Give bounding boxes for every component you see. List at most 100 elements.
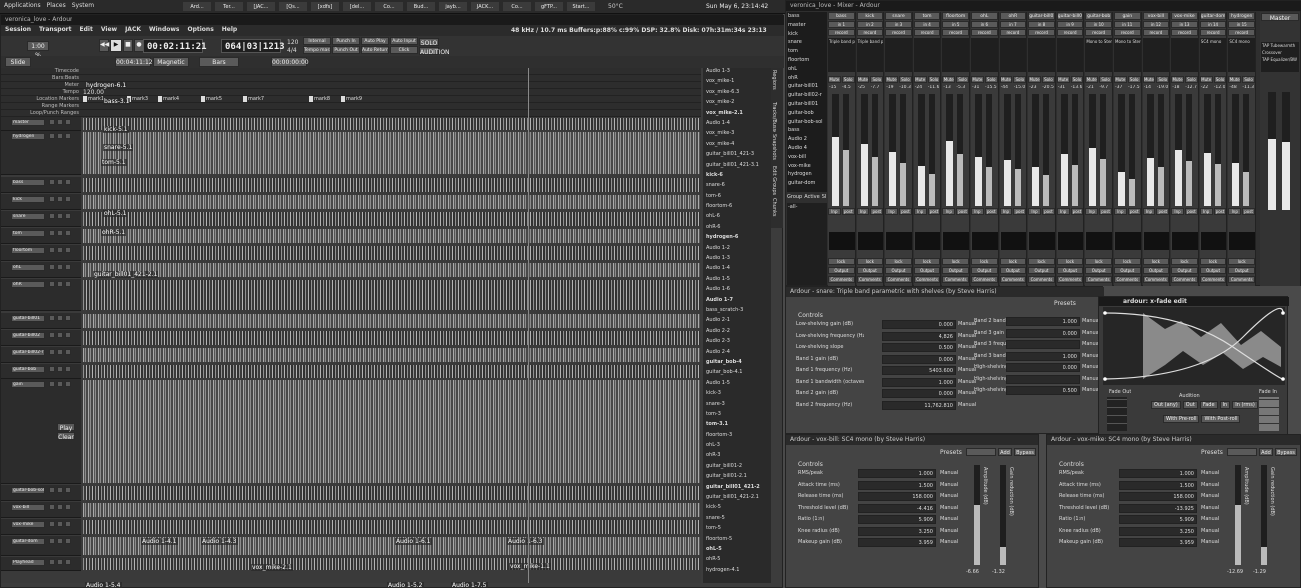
side-tab[interactable]: Snapshots — [771, 132, 777, 164]
region-list-item[interactable]: floortom-5 — [703, 536, 771, 546]
strip-fader[interactable] — [1089, 94, 1097, 206]
region-label[interactable]: tom-5.1 — [101, 159, 127, 166]
sc4-control-slider[interactable]: 158.000 — [858, 492, 936, 501]
sc4-control-slider[interactable]: 5.909 — [1119, 515, 1197, 524]
strip-record-button[interactable]: record — [913, 29, 941, 36]
strip-plugin-name[interactable] — [914, 38, 941, 40]
track-name-field[interactable]: Playhead — [11, 559, 45, 566]
track-rec-button[interactable] — [49, 521, 55, 527]
sc4-control-slider[interactable]: 5.909 — [858, 515, 936, 524]
task-button-0[interactable]: Ard... — [182, 1, 212, 12]
region-label[interactable]: guitar_bill01_421-2.1 — [93, 271, 159, 278]
solo-alert[interactable]: SOLO — [419, 38, 439, 47]
sc4-control-slider[interactable]: 1.000 — [1119, 469, 1197, 478]
strip-input-mode[interactable]: Inp — [1056, 208, 1070, 215]
audition-alert[interactable]: AUDITION — [419, 47, 450, 56]
strip-name-button[interactable]: bass — [828, 12, 855, 20]
track-solo-button[interactable] — [65, 281, 71, 287]
track-lane[interactable] — [83, 212, 700, 226]
strip-post-button[interactable]: post — [1127, 208, 1141, 215]
track-lane[interactable] — [83, 118, 700, 130]
strip-output-button[interactable]: Output — [1056, 267, 1084, 274]
control-slider[interactable]: 0.000 — [1006, 363, 1080, 372]
group-all[interactable]: -all- — [787, 203, 827, 211]
strip-plugin-name[interactable]: Triple band par — [857, 38, 884, 45]
sc4-control-slider[interactable]: 3.959 — [858, 538, 936, 547]
strip-panner[interactable] — [1200, 232, 1227, 250]
mixer-track-item[interactable]: guitar-bob-sol — [788, 119, 826, 128]
strip-lock-button[interactable]: lock — [1056, 258, 1084, 265]
strip-input-mode[interactable]: Inp — [1171, 208, 1184, 215]
track-rec-button[interactable] — [49, 179, 55, 185]
track-name-field[interactable]: vox-mike — [11, 521, 45, 528]
region-list-item[interactable]: snare-5 — [703, 515, 771, 525]
strip-post-button[interactable]: post — [1213, 208, 1227, 215]
transport-option-7[interactable]: Click — [390, 46, 418, 54]
track-rec-button[interactable] — [49, 504, 55, 510]
primary-clock[interactable]: 00:02:11:21 — [143, 39, 207, 53]
region-list-item[interactable]: Audio 1-4 — [703, 265, 771, 275]
strip-record-button[interactable]: record — [971, 29, 998, 36]
strip-record-button[interactable]: record — [999, 29, 1027, 36]
track-name-field[interactable]: guitar-bill01 — [11, 315, 45, 322]
region-list-item[interactable]: guitar_bill01-2.1 — [703, 473, 771, 483]
track-rec-button[interactable] — [49, 538, 55, 544]
strip-solo-button[interactable]: Solo — [899, 76, 912, 83]
region-label[interactable]: Audio 1-7.5 — [451, 582, 488, 588]
control-slider[interactable]: 0.000 — [882, 389, 956, 398]
region-list-item[interactable]: guitar_bill01-2 — [703, 463, 771, 473]
region-list-item[interactable]: guitar_bob-4.1 — [703, 369, 771, 379]
track-mute-button[interactable] — [57, 230, 63, 236]
side-tab[interactable]: Regions — [771, 68, 777, 100]
strip-input-button[interactable]: in 15 — [1228, 21, 1255, 28]
track-mute-button[interactable] — [57, 504, 63, 510]
strip-name-button[interactable]: vox-mike — [1171, 12, 1198, 20]
strip-input-mode[interactable]: Inp — [885, 208, 898, 215]
region-list-item[interactable]: Audio 1-5 — [703, 276, 771, 286]
track-mute-button[interactable] — [57, 247, 63, 253]
strip-post-button[interactable]: post — [1185, 208, 1198, 215]
track-mute-button[interactable] — [57, 349, 63, 355]
track-lane[interactable] — [83, 229, 700, 243]
transport-option-0[interactable]: Internal — [303, 37, 331, 45]
strip-input-button[interactable]: in 12 — [1142, 21, 1170, 28]
track-solo-button[interactable] — [65, 349, 71, 355]
track-mute-button[interactable] — [57, 487, 63, 493]
track-mute-button[interactable] — [57, 119, 63, 125]
strip-solo-button[interactable]: Solo — [1099, 76, 1112, 83]
strip-solo-button[interactable]: Solo — [1242, 76, 1255, 83]
strip-comments-button[interactable]: Comments — [1228, 276, 1255, 283]
strip-lock-button[interactable]: lock — [1085, 258, 1112, 265]
strip-fader[interactable] — [1146, 94, 1154, 206]
strip-comments-button[interactable]: Comments — [885, 276, 912, 283]
region-list-item[interactable]: kick-5 — [703, 504, 771, 514]
strip-solo-button[interactable]: Solo — [1156, 76, 1170, 83]
strip-name-button[interactable]: guitar-dom — [1199, 12, 1227, 20]
track-mute-button[interactable] — [57, 315, 63, 321]
sc4-add-button[interactable]: Add — [998, 448, 1012, 456]
strip-output-button[interactable]: Output — [1171, 267, 1198, 274]
strip-panner[interactable] — [1057, 232, 1084, 250]
track-solo-button[interactable] — [65, 247, 71, 253]
region-list-item[interactable]: Audio 2-1 — [703, 317, 771, 327]
strip-solo-button[interactable]: Solo — [1013, 76, 1027, 83]
region-list-item[interactable]: tom-3 — [703, 411, 771, 421]
sc4-add-button[interactable]: Add — [1259, 448, 1273, 456]
mixer-track-item[interactable]: bass — [788, 127, 826, 136]
strip-lock-button[interactable]: lock — [828, 258, 855, 265]
control-slider[interactable]: 0.500 — [882, 343, 956, 352]
manual-label[interactable]: Manual — [958, 402, 976, 408]
region-list-item[interactable]: Audio 2-3 — [703, 338, 771, 348]
mixer-track-item[interactable]: hydrogen — [788, 171, 826, 180]
track-lane[interactable] — [83, 132, 700, 174]
region-list-item[interactable]: Audio 1-6 — [703, 286, 771, 296]
strip-panner[interactable] — [1086, 232, 1112, 250]
control-slider[interactable]: 1.000 — [1006, 317, 1080, 326]
track-lane[interactable] — [83, 558, 700, 570]
strip-post-button[interactable]: post — [1099, 208, 1112, 215]
strip-solo-button[interactable]: Solo — [1127, 76, 1141, 83]
strip-comments-button[interactable]: Comments — [1171, 276, 1198, 283]
strip-comments-button[interactable]: Comments — [942, 276, 969, 283]
track-lane[interactable] — [83, 246, 700, 260]
track-lane[interactable] — [83, 365, 700, 378]
